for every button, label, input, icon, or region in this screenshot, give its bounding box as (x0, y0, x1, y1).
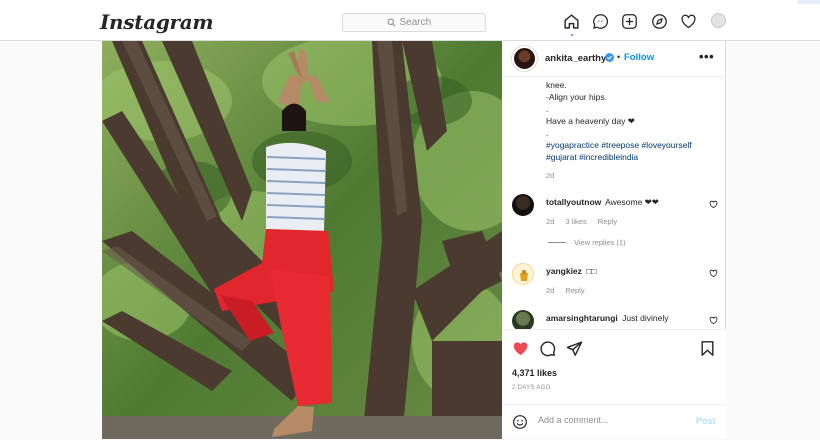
post-details-panel: ankita_earthy • Follow ••• knee. -Align … (502, 41, 726, 439)
nav-explore[interactable] (651, 13, 668, 30)
comment-text: amarsinghtarungi Just divinely (546, 313, 668, 323)
home-icon (564, 14, 579, 29)
hashtag-line: #gujarat #incredibleindia (546, 151, 722, 163)
reply-button[interactable]: Reply (598, 217, 617, 226)
top-nav-bar: Instagram (0, 0, 820, 41)
caption-line: -Align your hips. (546, 92, 607, 102)
caption-line: knee. (546, 80, 567, 90)
author-username[interactable]: ankita_earthy (545, 53, 606, 64)
share-icon[interactable] (566, 340, 583, 357)
nav-activity[interactable] (680, 13, 697, 30)
commenter-avatar[interactable] (512, 310, 534, 329)
comment-age: 2d (546, 286, 555, 295)
caption-line: . (546, 104, 549, 114)
post-photo[interactable] (102, 41, 502, 439)
home-active-dot (571, 34, 573, 36)
post-header: ankita_earthy • Follow ••• (502, 41, 726, 77)
hashtag-link[interactable]: #loveyourself (641, 140, 691, 150)
emoji-icon[interactable] (512, 414, 528, 430)
like-comment-heart-icon[interactable] (709, 316, 718, 325)
commenter-avatar[interactable] (512, 194, 534, 216)
view-replies-line (548, 242, 566, 243)
direct-messages-icon (593, 14, 609, 29)
comment-text: totallyoutnow Awesome ❤❤ (546, 197, 659, 208)
profile-avatar (711, 13, 726, 28)
post-actions: 4,371 likes 2 DAYS AGO Post (502, 329, 726, 439)
commenter-username[interactable]: amarsinghtarungi (546, 313, 618, 323)
new-post-icon (622, 14, 637, 29)
comment-body: □□ (586, 266, 597, 276)
comment-body: Just divinely (622, 313, 669, 323)
post-timestamp: 2 DAYS AGO (512, 385, 551, 391)
search-box[interactable] (342, 13, 486, 32)
nav-home[interactable] (563, 13, 580, 36)
commenter-avatar[interactable] (512, 263, 534, 285)
comment-meta: 2d 3 likes Reply (546, 217, 626, 226)
explore-icon (652, 14, 667, 29)
pot-icon (520, 270, 528, 281)
more-options-button[interactable]: ••• (699, 49, 714, 64)
commenter-username[interactable]: yangkiez (546, 266, 582, 276)
verified-badge-icon (605, 53, 614, 62)
like-heart-icon[interactable] (512, 340, 529, 357)
comment-item: amarsinghtarungi Just divinely (512, 310, 722, 329)
caption-age: 2d (546, 171, 555, 180)
nav-new-post[interactable] (621, 13, 638, 30)
hashtag-link[interactable]: #yogapractice (546, 140, 599, 150)
window-edge (798, 0, 820, 4)
comment-age: 2d (546, 217, 555, 226)
hashtag-line: #yogapractice #treepose #loveyourself (546, 139, 722, 151)
like-comment-heart-icon[interactable] (709, 200, 718, 209)
view-replies-button[interactable]: View replies (1) (548, 238, 626, 247)
caption-line: Have a heavenly day ❤ (546, 116, 635, 126)
hashtag-link[interactable]: #treepose (601, 140, 639, 150)
comment-input[interactable] (538, 415, 678, 425)
nav-profile[interactable] (711, 13, 726, 28)
comment-icon[interactable] (539, 340, 556, 357)
like-comment-heart-icon[interactable] (709, 269, 718, 278)
likes-count[interactable]: 4,371 likes (512, 368, 557, 378)
comment-text: yangkiez □□ (546, 266, 597, 276)
author-avatar[interactable] (512, 46, 537, 71)
comment-body: Awesome ❤❤ (605, 197, 659, 207)
post-comment-button[interactable]: Post (696, 416, 716, 426)
follow-button[interactable]: Follow (624, 52, 654, 63)
add-comment-bar: Post (502, 404, 726, 439)
instagram-logo[interactable]: Instagram (100, 10, 214, 34)
nav-direct[interactable] (592, 13, 609, 30)
commenter-username[interactable]: totallyoutnow (546, 197, 601, 207)
post-caption: knee. -Align your hips. . Have a heavenl… (546, 79, 722, 182)
search-input[interactable] (399, 17, 442, 28)
reply-button[interactable]: Reply (565, 286, 584, 295)
hashtag-link[interactable]: #gujarat (546, 152, 577, 162)
comment-likes[interactable]: 3 likes (565, 217, 586, 226)
comment-meta: 2d Reply (546, 286, 594, 295)
activity-heart-icon (681, 14, 696, 29)
view-replies-label: View replies (1) (574, 238, 626, 247)
header-separator: • (617, 52, 621, 62)
hashtag-link[interactable]: #incredibleindia (579, 152, 638, 162)
search-icon (387, 18, 395, 27)
save-bookmark-icon[interactable] (699, 340, 716, 357)
caption-line: . (546, 128, 549, 138)
